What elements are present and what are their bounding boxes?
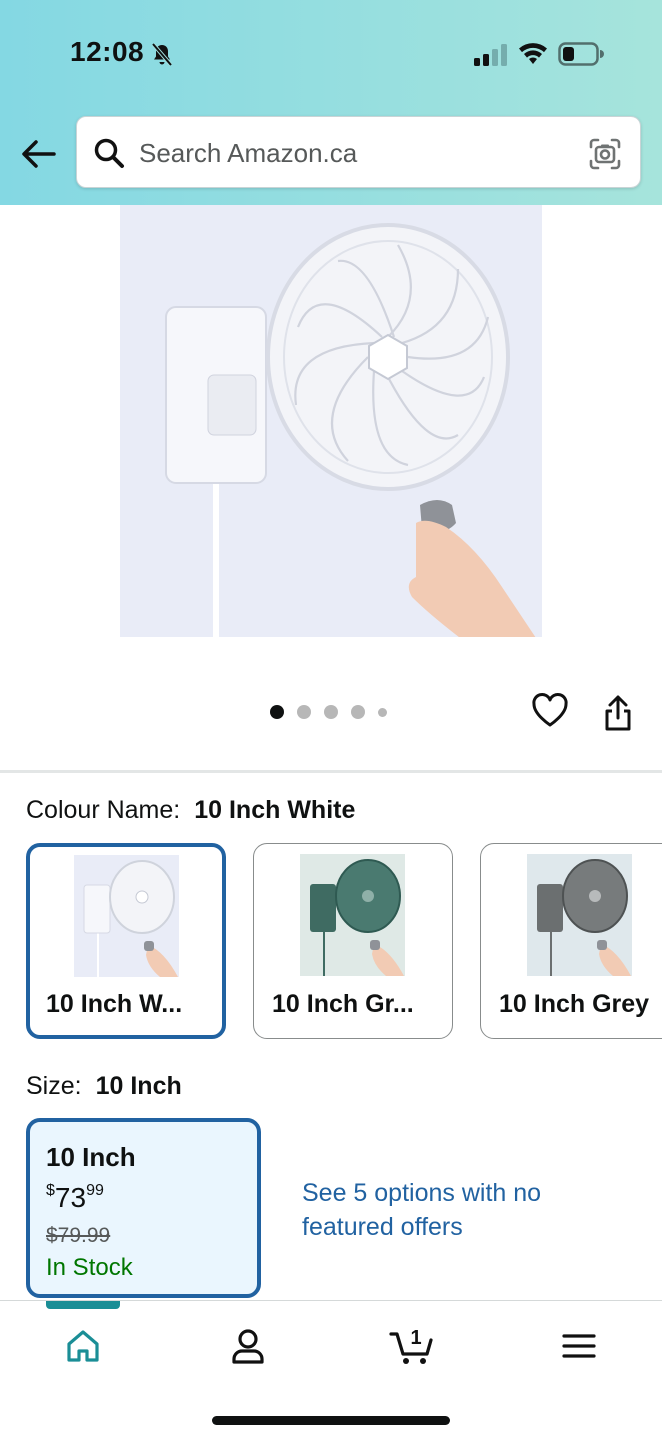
size-label-text: Size:	[26, 1072, 82, 1100]
tab-home[interactable]	[53, 1323, 113, 1369]
home-icon	[67, 1330, 99, 1362]
camera-icon[interactable]	[588, 137, 622, 171]
size-label: Size: 10 Inch	[26, 1072, 182, 1101]
swatch-label: 10 Inch Gr...	[272, 990, 414, 1018]
wifi-icon	[519, 43, 547, 64]
carousel-dot[interactable]	[378, 707, 387, 717]
section-divider	[0, 770, 662, 773]
colour-selected: 10 Inch White	[194, 796, 356, 824]
colour-label: Colour Name: 10 Inch White	[26, 796, 355, 825]
swatch-thumbnail	[74, 855, 179, 977]
search-input[interactable]	[139, 135, 559, 171]
colour-option-white[interactable]: 10 Inch W...	[26, 843, 226, 1039]
cart-badge: 1	[410, 1327, 421, 1349]
size-option-title: 10 Inch	[46, 1142, 136, 1172]
carousel-dot[interactable]	[270, 705, 284, 719]
colour-option-green[interactable]: 10 Inch Gr...	[253, 843, 453, 1039]
size-option-price: $7399	[46, 1182, 104, 1214]
search-icon[interactable]	[93, 137, 125, 169]
home-indicator	[212, 1416, 450, 1425]
tab-active-indicator	[46, 1301, 120, 1309]
colour-option-grey[interactable]: 10 Inch Grey	[480, 843, 662, 1039]
price-dollars: 73	[54, 1182, 87, 1213]
size-option-10-inch[interactable]: 10 Inch $7399 $79.99 In Stock	[26, 1118, 261, 1298]
tab-cart[interactable]: 1	[383, 1323, 443, 1369]
carousel-dot[interactable]	[297, 705, 311, 719]
tab-menu[interactable]	[549, 1323, 609, 1369]
size-selected: 10 Inch	[95, 1072, 182, 1100]
tab-account[interactable]	[218, 1323, 278, 1369]
list-price: $79.99	[46, 1224, 111, 1247]
see-options-link[interactable]: See 5 options with no featured offers	[302, 1176, 582, 1244]
stock-status: In Stock	[46, 1254, 133, 1281]
swatch-thumbnail	[300, 854, 405, 976]
carousel-dots[interactable]	[270, 704, 400, 720]
share-icon[interactable]	[602, 694, 634, 732]
top-header: 12:08	[0, 0, 662, 205]
price-cents: 99	[86, 1182, 104, 1199]
arrow-left-icon[interactable]	[18, 136, 58, 172]
carousel-dot[interactable]	[351, 705, 365, 719]
user-icon	[232, 1329, 264, 1364]
colour-label-text: Colour Name:	[26, 796, 181, 824]
signal-icon	[474, 44, 507, 66]
search-bar[interactable]	[76, 116, 641, 188]
product-image[interactable]	[120, 205, 542, 637]
price-currency: $	[46, 1182, 55, 1199]
status-time: 12:08	[70, 36, 145, 67]
battery-icon	[558, 42, 604, 66]
cart-icon: 1	[389, 1327, 433, 1364]
menu-icon	[562, 1334, 596, 1358]
heart-icon[interactable]	[531, 692, 569, 728]
swatch-thumbnail	[527, 854, 632, 976]
bell-slash-icon	[151, 42, 173, 67]
carousel-dot[interactable]	[324, 705, 338, 719]
swatch-label: 10 Inch Grey	[499, 990, 650, 1018]
swatch-label: 10 Inch W...	[46, 990, 183, 1018]
